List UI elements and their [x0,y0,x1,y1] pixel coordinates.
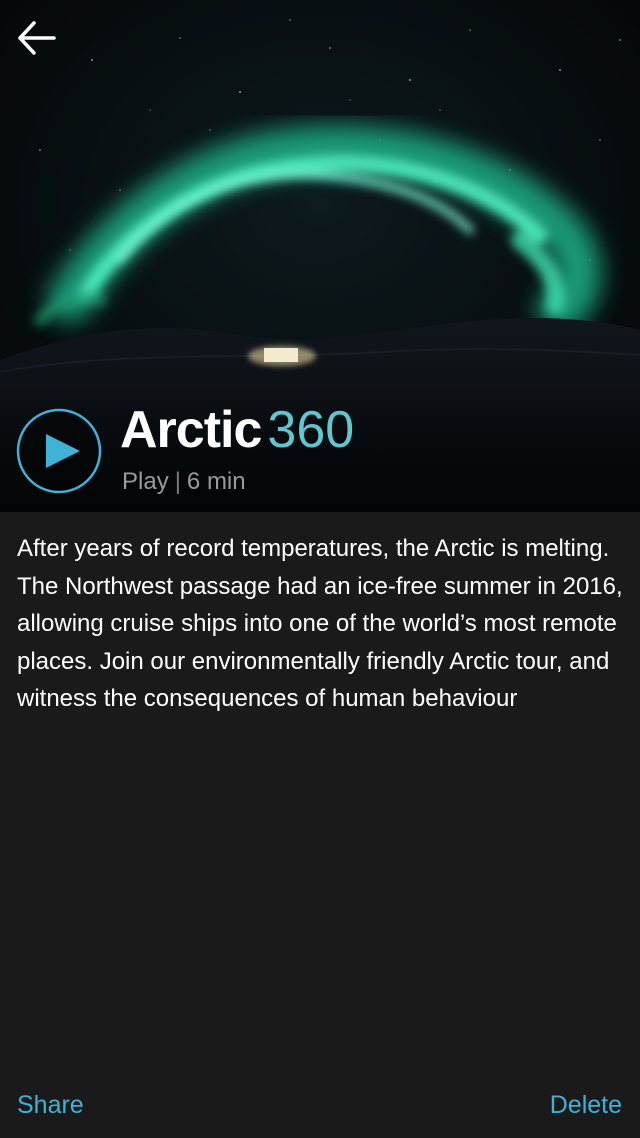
play-label: Play [122,468,169,495]
arrow-left-icon [18,21,56,55]
play-icon [16,408,102,494]
delete-button[interactable]: Delete [550,1088,622,1122]
description-text: After years of record temperatures, the … [17,535,623,712]
hero-image: Arctic 360 Play | 6 min [0,0,640,512]
back-button[interactable] [8,12,64,64]
screen: Arctic 360 Play | 6 min After years of reco… [0,0,640,1138]
title-row: Arctic 360 Play | 6 min [16,404,616,502]
title-suffix: 360 [267,401,355,459]
duration-label: 6 min [186,468,246,495]
media-title: Arctic 360 [120,404,354,456]
meta-separator: | [174,468,181,495]
play-button[interactable] [16,408,102,494]
title-word: Arctic [120,401,262,459]
share-button[interactable]: Share [17,1088,84,1122]
media-meta: Play | 6 min [122,468,246,496]
